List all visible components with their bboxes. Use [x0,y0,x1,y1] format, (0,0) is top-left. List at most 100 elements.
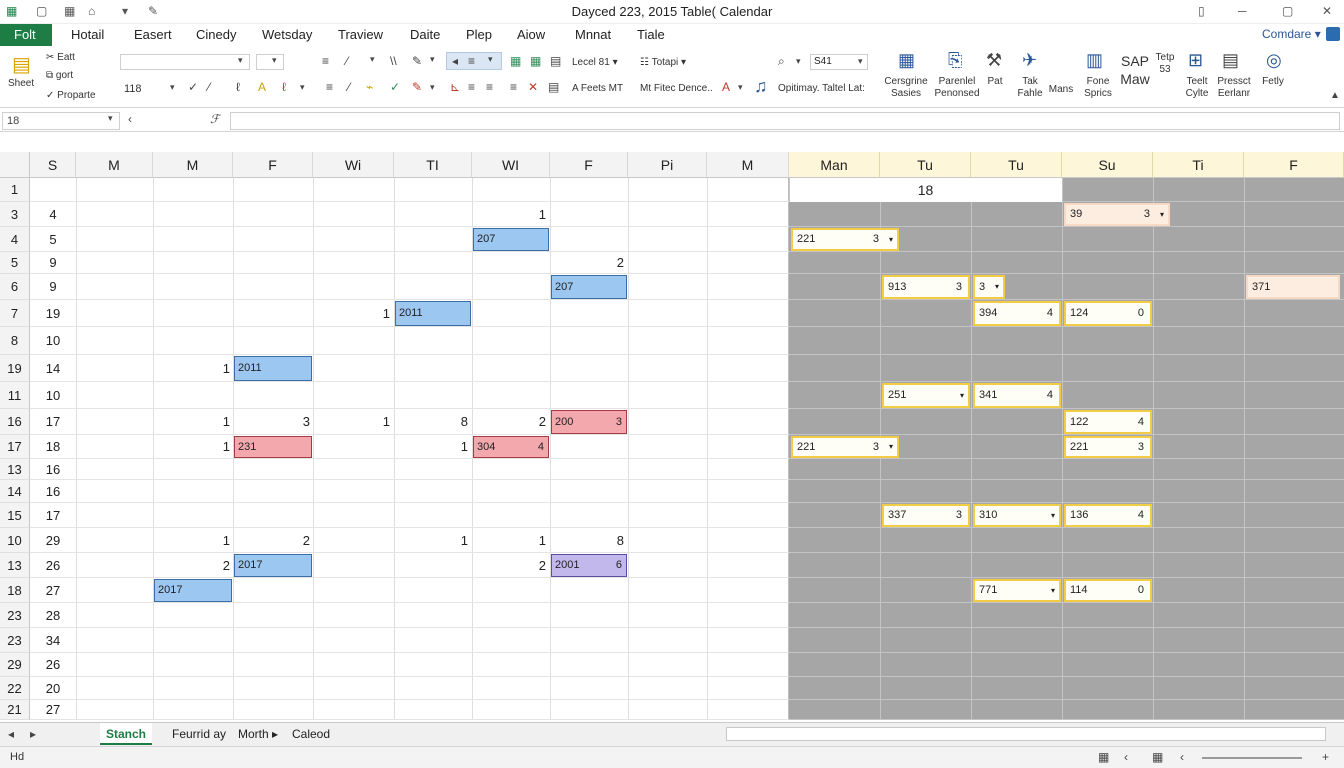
sheet-tab-stanch[interactable]: Stanch [100,723,153,745]
row-header[interactable]: 7 [0,300,30,327]
brush-icon[interactable]: ⁄ [208,80,210,94]
cell-value[interactable]: 10 [30,382,76,409]
sort-button[interactable]: ⧉ gort [46,70,73,81]
merge-icon[interactable]: \\ [390,54,397,68]
event-block[interactable]: 231 [234,436,312,458]
pin-icon[interactable]: ✈ [1022,50,1037,71]
cell-value[interactable]: 3 [280,409,310,435]
row-header[interactable]: 23 [0,603,30,628]
table-icon[interactable]: ▦ [510,54,521,68]
event-block[interactable]: 2017 [234,554,312,577]
arrow-left-icon[interactable]: ◂ [452,54,458,68]
check-icon[interactable]: ✓ [188,80,198,94]
column-header[interactable]: S [30,152,76,178]
cell-value[interactable]: 9 [30,274,76,300]
column-header[interactable]: F [1244,152,1344,178]
search-icon[interactable]: ⌕ [778,54,785,69]
row-header[interactable]: 16 [0,409,30,435]
paste-icon[interactable]: ▤ [12,52,31,77]
tab-review[interactable]: Traview [338,27,383,42]
bold-icon[interactable]: ℓ [236,80,240,94]
cell-value[interactable]: 27 [30,700,76,720]
fill-icon[interactable]: ⌁ [366,80,373,94]
name-box[interactable]: 18 [2,112,120,130]
event-block[interactable]: 304 4 [473,436,549,458]
calendar-event[interactable]: 221 3 ▾ [791,228,899,251]
chevron-down-icon[interactable]: ▾ [960,385,964,406]
column-header[interactable]: M [707,152,789,178]
tab-file[interactable]: Folt [0,24,52,46]
align-top-icon[interactable]: ≡ [322,54,329,68]
scroll-right-icon[interactable]: ▸ [30,727,36,741]
row-header[interactable]: 13 [0,459,30,480]
delete-icon[interactable]: ✕ [528,80,538,94]
calendar-event[interactable]: 122 4 [1064,410,1152,434]
collapse-ribbon-icon[interactable]: ▲ [1330,90,1340,101]
tab-format[interactable]: Mnnat [575,27,611,42]
page-break-icon[interactable]: ‹ [1180,750,1184,764]
properties-button[interactable]: ✓ Proparte [46,90,96,101]
cell-value[interactable]: 1 [438,435,468,459]
font-color-icon[interactable]: ℓ [282,80,286,94]
cell-value[interactable]: 26 [30,553,76,578]
cell-value[interactable]: 2 [594,252,624,274]
chevron-down-icon[interactable]: ▾ [1160,205,1164,224]
filter-dense-select[interactable]: Mt Fitec Dence.. [640,83,713,94]
pat-button[interactable]: Pat [980,76,1010,88]
text-color-icon[interactable]: A [722,80,730,94]
scroll-left-icon[interactable]: ◂ [8,727,14,741]
calendar-event[interactable]: 136 4 [1064,504,1152,527]
tab-data[interactable]: Daite [410,27,440,42]
column-header[interactable]: Man [789,152,880,178]
edit-button[interactable]: ✂ Eatt [46,52,75,63]
select-all-corner[interactable] [0,152,30,178]
calendar-event[interactable]: 394 4 [973,301,1061,326]
cell-value[interactable]: 1 [516,528,546,553]
cancel-icon[interactable]: ‹ [128,112,132,126]
minimize-icon[interactable]: ─ [1238,4,1247,18]
topics-select[interactable]: ☷ Totapi ▾ [640,57,686,68]
cell-value[interactable]: 9 [30,252,76,274]
cell-value[interactable]: 1 [200,409,230,435]
document-icon[interactable]: ⎘ [948,50,962,71]
row-header[interactable]: 15 [0,503,30,528]
filter-label[interactable]: A Feets MT [572,83,623,94]
calendar-event[interactable]: 221 3 ▾ [791,436,899,458]
row-header[interactable]: 4 [0,227,30,252]
tab-insert[interactable]: Easert [134,27,172,42]
help-icon[interactable]: ◎ [1266,50,1282,71]
cell-value[interactable]: 27 [30,578,76,603]
cell-value[interactable]: 8 [438,409,468,435]
tetp-button[interactable]: Tetp 53 [1152,52,1178,76]
calendar-event[interactable]: 39 3 ▾ [1064,203,1170,226]
close-icon[interactable]: ✕ [1322,4,1332,18]
row-header[interactable]: 22 [0,677,30,700]
chevron-down-icon[interactable]: ▾ [1051,581,1055,600]
fx-icon[interactable]: ℱ [210,112,219,126]
chart-icon[interactable]: ⊾ [450,80,460,94]
sheet-tab-caleod[interactable]: Caleod [286,723,336,745]
column-header[interactable]: F [233,152,313,178]
page-layout-icon[interactable]: ▦ [1152,750,1163,764]
formula-input[interactable] [230,112,1340,130]
column-header[interactable]: TI [394,152,472,178]
font-size-value[interactable]: 118 [124,83,142,95]
calendar-event[interactable]: 371 [1246,275,1340,299]
music-icon[interactable]: ♫ [754,76,768,97]
tab-help[interactable]: Plep [466,27,492,42]
fetly-button[interactable]: Fetly [1256,76,1290,88]
cell-value[interactable]: 16 [30,459,76,480]
cell-value[interactable]: 4 [30,202,76,227]
cell-value[interactable]: 26 [30,653,76,677]
row-header[interactable]: 13 [0,553,30,578]
fone-sprics-button[interactable]: Fone Sprics [1078,76,1118,100]
tab-view[interactable]: Aiow [517,27,545,42]
column-header[interactable]: Wi [313,152,394,178]
align-left-icon[interactable]: ≡ [326,80,333,94]
calendar-event[interactable]: 341 4 [973,383,1061,408]
cell-value[interactable]: 1 [360,409,390,435]
row-header[interactable]: 6 [0,274,30,300]
column-header[interactable]: Su [1062,152,1153,178]
cell-value[interactable]: 1 [516,202,546,227]
insert-cells-icon[interactable]: ▤ [548,80,559,94]
